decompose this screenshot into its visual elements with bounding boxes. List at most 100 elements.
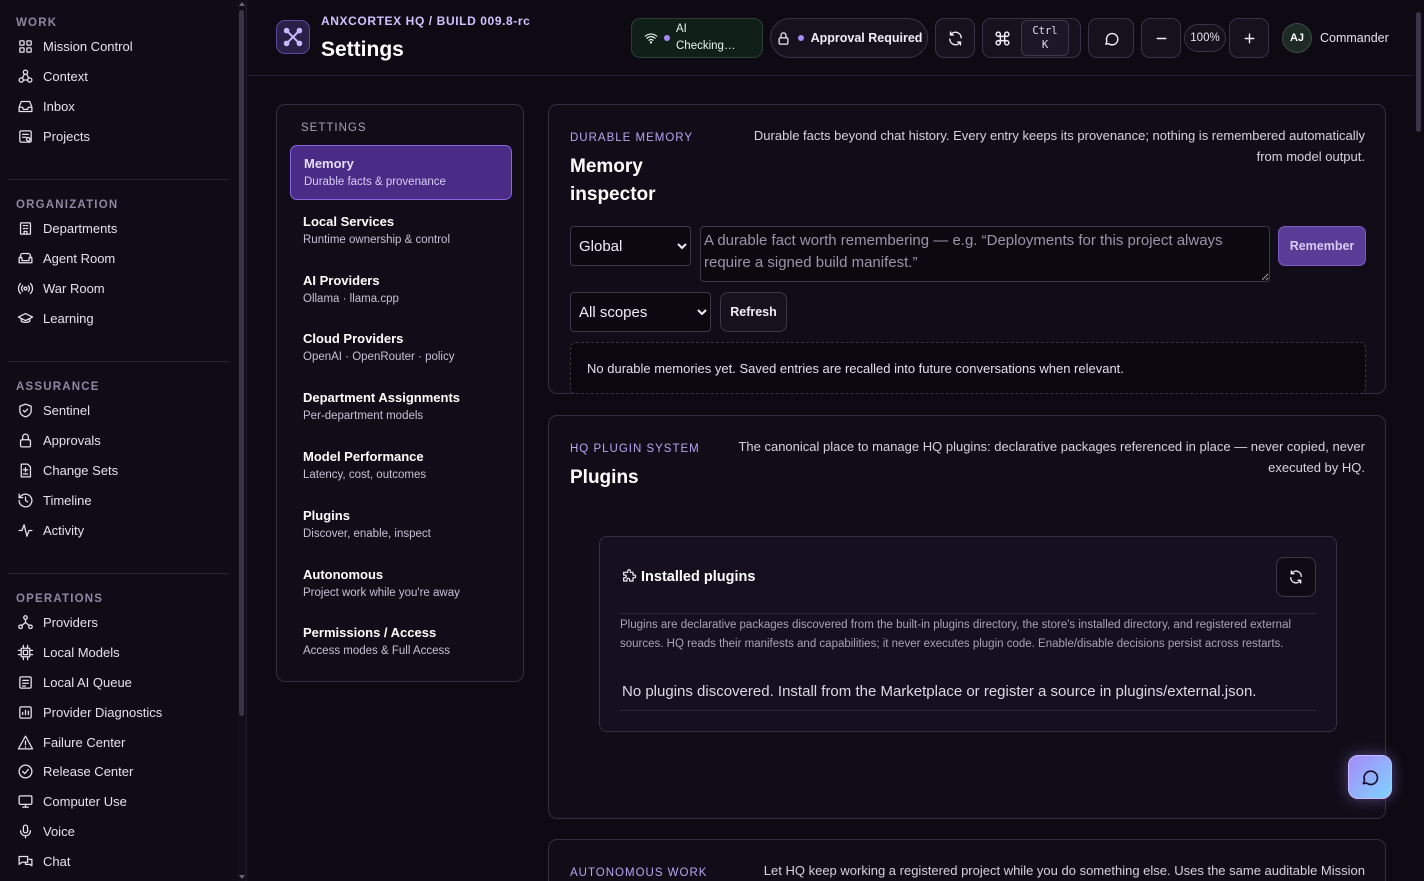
settings-nav-title: Department Assignments xyxy=(303,390,460,406)
sidebar-item-agent-room[interactable]: Agent Room xyxy=(8,244,229,274)
user-name[interactable]: Commander xyxy=(1320,31,1389,45)
plugins-description: The canonical place to manage HQ plugins… xyxy=(738,436,1365,478)
avatar[interactable]: AJ xyxy=(1282,23,1312,53)
memory-refresh-button[interactable]: Refresh xyxy=(720,292,787,332)
sidebar-item-label: Inbox xyxy=(43,98,75,114)
cpu-icon xyxy=(17,644,34,661)
refresh-icon xyxy=(947,30,964,47)
zoom-in-button[interactable] xyxy=(1229,18,1269,58)
autonomous-card: AUTONOMOUS WORK Let HQ keep working a re… xyxy=(548,839,1386,881)
divider xyxy=(620,613,1316,614)
sidebar-item-inbox[interactable]: Inbox xyxy=(8,92,229,122)
nav-section: OPERATIONS Providers Local Models Local AI … xyxy=(0,590,237,876)
plugins-refresh-button[interactable] xyxy=(1276,557,1316,597)
sidebar-item-chat[interactable]: Chat xyxy=(8,846,229,876)
settings-nav-memory[interactable]: Memory Durable facts & provenance xyxy=(290,145,512,200)
sidebar-item-voice[interactable]: Voice xyxy=(8,817,229,847)
nav-section-heading: OPERATIONS xyxy=(16,593,104,605)
zoom-out-button[interactable] xyxy=(1141,18,1181,58)
floating-chat-button[interactable] xyxy=(1348,755,1392,799)
sidebar-item-providers[interactable]: Providers xyxy=(8,608,229,638)
radio-icon xyxy=(17,280,34,297)
plugins-eyebrow: HQ PLUGIN SYSTEM xyxy=(570,443,700,455)
diagnostics-icon xyxy=(17,704,34,721)
approval-label: Approval Required xyxy=(810,31,923,45)
main-scrollbar[interactable] xyxy=(1414,0,1424,881)
settings-nav-description: Latency, cost, outcomes xyxy=(303,469,427,481)
settings-nav-cloud-providers[interactable]: Cloud Providers OpenAI · OpenRouter · pol… xyxy=(290,321,512,376)
sidebar-item-sentinel[interactable]: Sentinel xyxy=(8,396,229,426)
chat-button[interactable] xyxy=(1088,18,1134,58)
sidebar-item-local-ai-queue[interactable]: Local AI Queue xyxy=(8,668,229,698)
memory-title-line1: Memory xyxy=(570,156,643,177)
plugins-desc-line1: The canonical place to manage HQ plugins… xyxy=(738,439,1365,454)
sidebar-item-label: Agent Room xyxy=(43,251,116,267)
scroll-up-arrow[interactable] xyxy=(239,2,245,6)
sidebar-item-departments[interactable]: Departments xyxy=(8,214,229,244)
settings-nav-permissions-access[interactable]: Permissions / Access Access modes & Full … xyxy=(290,615,512,670)
plus-icon xyxy=(1241,30,1258,47)
sidebar-item-label: Mission Control xyxy=(43,39,133,55)
sidebar-item-failure-center[interactable]: Failure Center xyxy=(8,727,229,757)
main-scroll-thumb[interactable] xyxy=(1416,12,1421,132)
refresh-button[interactable] xyxy=(935,18,975,58)
approval-mode-button[interactable]: Approval Required xyxy=(770,18,928,58)
lock-icon xyxy=(17,432,34,449)
scroll-down-arrow[interactable] xyxy=(239,875,245,879)
memory-filter-select[interactable]: All scopes xyxy=(570,292,711,332)
sidebar-item-mission-control[interactable]: Mission Control xyxy=(8,32,229,62)
settings-nav-plugins[interactable]: Plugins Discover, enable, inspect xyxy=(290,498,512,553)
sidebar-item-activity[interactable]: Activity xyxy=(8,515,229,545)
settings-nav-local-services[interactable]: Local Services Runtime ownership & contro… xyxy=(290,204,512,259)
settings-nav-model-performance[interactable]: Model Performance Latency, cost, outcomes xyxy=(290,439,512,494)
sidebar-item-label: Provider Diagnostics xyxy=(43,704,163,720)
command-palette-button[interactable]: Ctrl K xyxy=(982,18,1081,58)
sidebar-item-context[interactable]: Context xyxy=(8,62,229,92)
sidebar-item-label: Context xyxy=(43,69,88,85)
sidebar-item-learning[interactable]: Learning xyxy=(8,303,229,333)
sidebar-item-change-sets[interactable]: Change Sets xyxy=(8,456,229,486)
settings-nav-ai-providers[interactable]: AI Providers Ollama · llama.cpp xyxy=(290,263,512,318)
autonomous-eyebrow: AUTONOMOUS WORK xyxy=(570,867,708,879)
sidebar-scroll-thumb[interactable] xyxy=(239,10,244,716)
remember-button[interactable]: Remember xyxy=(1278,226,1366,266)
settings-nav-description: Per-department models xyxy=(303,410,424,423)
sidebar-item-label: Computer Use xyxy=(43,794,127,810)
ai-status-button[interactable]: AI Checking… xyxy=(631,18,763,58)
sidebar-item-computer-use[interactable]: Computer Use xyxy=(8,787,229,817)
settings-nav-description: Discover, enable, inspect xyxy=(303,527,431,540)
autonomous-description: Let HQ keep working a registered project… xyxy=(763,863,1365,878)
memory-scope-select[interactable]: Global xyxy=(570,226,691,266)
history-icon xyxy=(17,492,34,509)
settings-nav-description: OpenAI · OpenRouter · policy xyxy=(303,351,455,364)
sidebar-item-label: Change Sets xyxy=(43,462,119,478)
settings-nav-heading: SETTINGS xyxy=(301,122,367,134)
wifi-icon xyxy=(644,31,658,45)
sidebar-item-projects[interactable]: Projects xyxy=(8,121,229,151)
settings-nav-department-assignments[interactable]: Department Assignments Per-department mod… xyxy=(290,380,512,435)
sidebar-item-provider-diagnostics[interactable]: Provider Diagnostics xyxy=(8,697,229,727)
command-key-icon xyxy=(994,30,1011,47)
nav-section: ORGANIZATION Departments Agent Room War Roo… xyxy=(0,196,237,333)
installed-plugins-title: Installed plugins xyxy=(641,569,756,585)
app-logo-icon[interactable] xyxy=(276,20,310,54)
kbd-k: K xyxy=(1041,39,1049,51)
plugins-desc-line2: executed by HQ. xyxy=(1268,460,1365,475)
installed-plugins-heading: Installed plugins xyxy=(621,569,755,585)
settings-nav-autonomous[interactable]: Autonomous Project work while you're away xyxy=(290,557,512,612)
lock-icon xyxy=(776,31,791,46)
sidebar-item-label: Voice xyxy=(43,823,75,839)
grid-icon xyxy=(17,38,34,55)
nav-section-heading: ORGANIZATION xyxy=(16,199,119,211)
sidebar-item-label: Projects xyxy=(43,128,90,144)
memory-fact-input[interactable] xyxy=(700,226,1270,282)
sidebar-item-approvals[interactable]: Approvals xyxy=(8,426,229,456)
refresh-icon xyxy=(1288,569,1304,585)
sidebar-scrollbar[interactable] xyxy=(237,0,247,881)
sidebar-item-release-center[interactable]: Release Center xyxy=(8,757,229,787)
sidebar-item-timeline[interactable]: Timeline xyxy=(8,485,229,515)
sidebar-item-label: Chat xyxy=(43,853,71,869)
sidebar-item-local-models[interactable]: Local Models xyxy=(8,638,229,668)
memory-desc-line2: from model output. xyxy=(1256,149,1365,164)
sidebar-item-war-room[interactable]: War Room xyxy=(8,274,229,304)
